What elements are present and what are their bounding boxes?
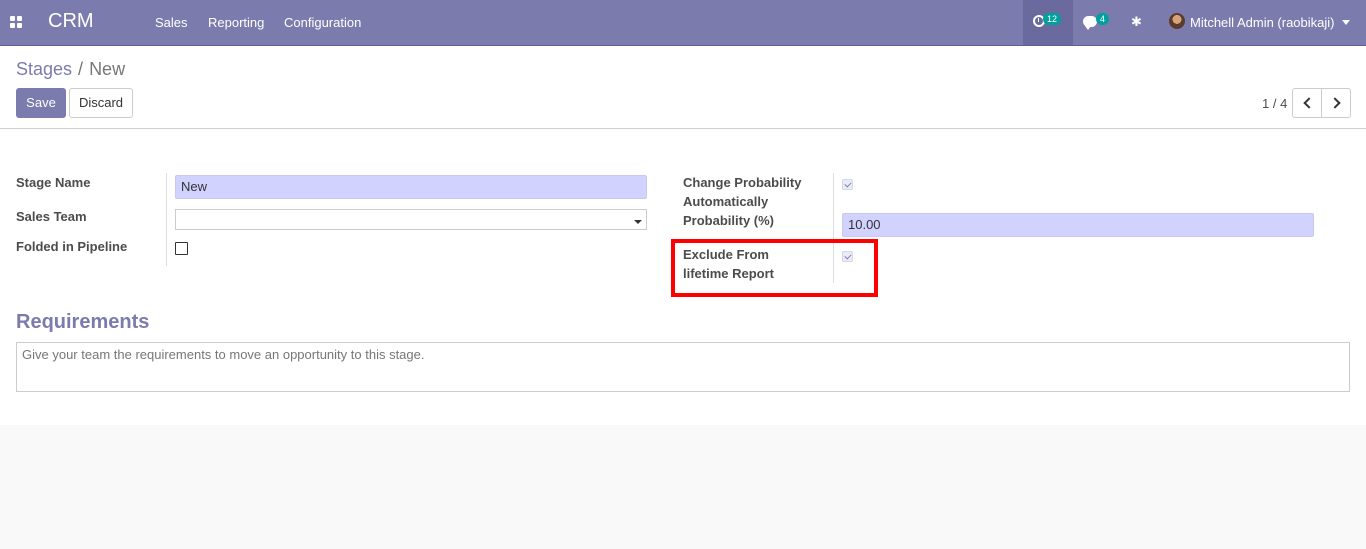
control-panel: Stages / New Save Discard 1 / 4	[0, 46, 1366, 129]
menu-reporting[interactable]: Reporting	[208, 15, 264, 30]
form-sheet: Stage Name Sales Team Folded in Pipeline…	[0, 129, 1366, 425]
user-menu-name[interactable]: Mitchell Admin (raobikaji)	[1190, 15, 1335, 30]
avatar[interactable]	[1169, 13, 1185, 29]
menu-sales[interactable]: Sales	[155, 15, 188, 30]
save-button[interactable]: Save	[16, 88, 66, 118]
left-group-divider	[166, 173, 167, 266]
exclude-label-line1: Exclude From	[683, 247, 769, 262]
activity-badge: 12	[1043, 13, 1062, 25]
pager-next-button[interactable]	[1321, 88, 1351, 118]
probability-field[interactable]: 10.00	[842, 213, 1314, 237]
pager-previous-button[interactable]	[1292, 88, 1322, 118]
breadcrumb-current: New	[89, 59, 126, 79]
chevron-right-icon	[1329, 97, 1341, 109]
menu-configuration[interactable]: Configuration	[284, 15, 361, 30]
requirements-textarea[interactable]: Give your team the requirements to move …	[16, 342, 1350, 392]
breadcrumb-separator: /	[78, 59, 84, 79]
folded-checkbox[interactable]	[175, 242, 188, 255]
change-probability-label-line1: Change Probability	[683, 175, 802, 190]
folded-label: Folded in Pipeline	[16, 239, 128, 254]
discard-button[interactable]: Discard	[69, 88, 133, 118]
breadcrumb-stages-link[interactable]: Stages	[16, 59, 72, 79]
bug-icon[interactable]: ✱	[1131, 15, 1143, 29]
apps-menu-icon[interactable]	[10, 16, 22, 28]
sales-team-label: Sales Team	[16, 209, 87, 224]
exclude-label-line2: lifetime Report	[683, 266, 775, 281]
probability-label: Probability (%)	[683, 213, 775, 228]
chevron-down-icon[interactable]	[1342, 20, 1350, 25]
right-group-divider	[833, 173, 834, 283]
top-navbar: CRM Sales Reporting Configuration 12 4 ✱…	[0, 0, 1366, 46]
breadcrumb: Stages / New	[16, 59, 125, 80]
requirements-title: Requirements	[16, 311, 150, 333]
change-probability-label-line2: Automatically	[683, 194, 769, 209]
message-badge: 4	[1096, 13, 1110, 25]
app-brand[interactable]: CRM	[48, 10, 94, 33]
activity-menu[interactable]: 12	[1023, 0, 1073, 45]
stage-name-label: Stage Name	[16, 175, 91, 190]
chevron-left-icon	[1303, 97, 1315, 109]
chevron-down-icon	[634, 220, 642, 224]
stage-name-field[interactable]: New	[175, 175, 647, 199]
sales-team-select[interactable]	[175, 209, 647, 230]
change-probability-checkbox[interactable]	[842, 179, 853, 190]
exclude-report-checkbox[interactable]	[842, 251, 853, 262]
chat-icon[interactable]	[1083, 16, 1097, 30]
pager-counter[interactable]: 1 / 4	[1262, 96, 1287, 111]
